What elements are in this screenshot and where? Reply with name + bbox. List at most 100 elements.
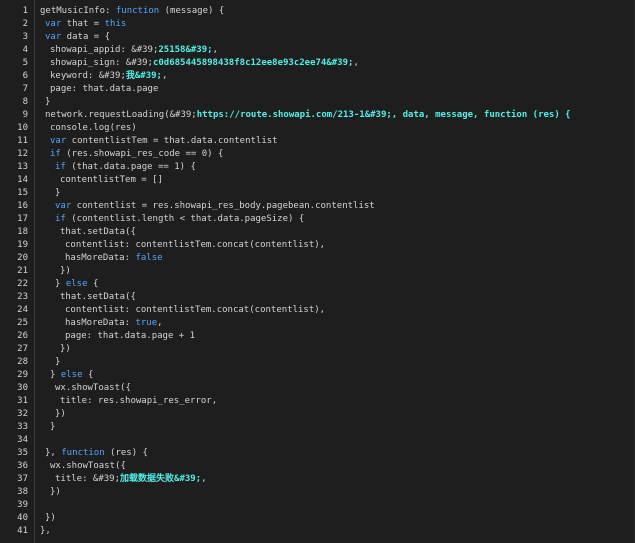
line-number: 10 bbox=[17, 123, 28, 133]
keyword-token: var bbox=[55, 201, 72, 211]
code-token: title: &#39; bbox=[55, 474, 121, 484]
code-line[interactable]: 39 bbox=[0, 499, 634, 512]
keyword-token: var bbox=[45, 19, 62, 29]
code-line[interactable]: 29} else { bbox=[0, 369, 634, 382]
code-line[interactable]: 36 wx.showToast({ bbox=[0, 460, 634, 473]
code-line[interactable]: 23 that.setData({ bbox=[0, 291, 634, 304]
line-number: 24 bbox=[17, 305, 28, 315]
code-token: } bbox=[45, 97, 51, 107]
line-number: 5 bbox=[22, 58, 28, 68]
line-text: contentlistTem = [] bbox=[60, 174, 163, 187]
code-line[interactable]: 37 title: &#39;加载数据失败&#39;, bbox=[0, 473, 634, 486]
code-line[interactable]: 13 if (that.data.page == 1) { bbox=[0, 161, 634, 174]
code-line[interactable]: 19 contentlist: contentlistTem.concat(con… bbox=[0, 239, 634, 252]
line-text: var that = this bbox=[45, 18, 126, 31]
code-line[interactable]: 28} bbox=[0, 356, 634, 369]
code-token: that.setData({ bbox=[60, 292, 136, 302]
code-token: (message) { bbox=[159, 6, 225, 16]
code-line[interactable]: 22} else { bbox=[0, 278, 634, 291]
line-number: 13 bbox=[17, 162, 28, 172]
code-line[interactable]: 9 network.requestLoading(&#39;https://rou… bbox=[0, 109, 634, 122]
line-number: 19 bbox=[17, 240, 28, 250]
code-token: contentlist: contentlistTem.concat(conte… bbox=[65, 240, 326, 250]
code-line[interactable]: 2 var that = this bbox=[0, 18, 634, 31]
code-line[interactable]: 10 console.log(res) bbox=[0, 122, 634, 135]
line-text: var contentlist = res.showapi_res_body.p… bbox=[55, 200, 375, 213]
code-token: keyword: &#39; bbox=[50, 71, 126, 81]
code-line[interactable]: 30 wx.showToast({ bbox=[0, 382, 634, 395]
code-line[interactable]: 14 contentlistTem = [] bbox=[0, 174, 634, 187]
code-line[interactable]: 35}, function (res) { bbox=[0, 447, 634, 460]
line-number: 33 bbox=[17, 422, 28, 432]
code-token: { bbox=[82, 370, 94, 380]
line-text: }) bbox=[55, 408, 66, 421]
line-text: hasMoreData: true, bbox=[65, 317, 163, 330]
code-line[interactable]: 1 getMusicInfo: function (message) { bbox=[0, 5, 634, 18]
code-token: , bbox=[353, 58, 359, 68]
code-line[interactable]: 27}) bbox=[0, 343, 634, 356]
code-line[interactable]: 34 bbox=[0, 434, 634, 447]
line-number: 12 bbox=[17, 149, 28, 159]
line-text: console.log(res) bbox=[50, 122, 137, 135]
line-text: wx.showToast({ bbox=[55, 382, 131, 395]
keyword-token: false bbox=[135, 253, 163, 263]
code-line[interactable]: 21}) bbox=[0, 265, 634, 278]
code-token: }) bbox=[60, 266, 71, 276]
code-editor[interactable]: 1 getMusicInfo: function (message) {2 var … bbox=[0, 0, 635, 543]
code-token: contentlist: contentlistTem.concat(conte… bbox=[65, 305, 326, 315]
code-area[interactable]: 1 getMusicInfo: function (message) {2 var … bbox=[0, 5, 634, 538]
code-token: } bbox=[55, 357, 61, 367]
keyword-token: function bbox=[61, 448, 105, 458]
line-number: 16 bbox=[17, 201, 28, 211]
code-line[interactable]: 18 that.setData({ bbox=[0, 226, 634, 239]
line-number: 22 bbox=[17, 279, 28, 289]
line-number: 35 bbox=[17, 448, 28, 458]
code-token: contentlist = res.showapi_res_body.pageb… bbox=[71, 201, 375, 211]
code-line[interactable]: 24 contentlist: contentlistTem.concat(con… bbox=[0, 304, 634, 317]
line-text: that.setData({ bbox=[60, 226, 136, 239]
code-line[interactable]: 20 hasMoreData: false bbox=[0, 252, 634, 265]
code-line[interactable]: 8} bbox=[0, 96, 634, 109]
code-token: title: res.showapi_res_error, bbox=[60, 396, 218, 406]
keyword-token: true bbox=[135, 318, 158, 328]
code-line[interactable]: 40}) bbox=[0, 512, 634, 525]
code-line[interactable]: 12 if (res.showapi_res_code == 0) { bbox=[0, 148, 634, 161]
line-number: 30 bbox=[17, 383, 28, 393]
line-number: 41 bbox=[17, 526, 28, 536]
line-text: var contentlistTem = that.data.contentli… bbox=[50, 135, 278, 148]
code-line[interactable]: 7 page: that.data.page bbox=[0, 83, 634, 96]
code-line[interactable]: 31 title: res.showapi_res_error, bbox=[0, 395, 634, 408]
code-line[interactable]: 11 var contentlistTem = that.data.content… bbox=[0, 135, 634, 148]
code-line[interactable]: 25 hasMoreData: true, bbox=[0, 317, 634, 330]
code-line[interactable]: 33} bbox=[0, 421, 634, 434]
line-number: 25 bbox=[17, 318, 28, 328]
line-number: 20 bbox=[17, 253, 28, 263]
code-line[interactable]: 32}) bbox=[0, 408, 634, 421]
code-line[interactable]: 16 var contentlist = res.showapi_res_body… bbox=[0, 200, 634, 213]
line-number: 27 bbox=[17, 344, 28, 354]
line-text: if (res.showapi_res_code == 0) { bbox=[50, 148, 223, 161]
code-line[interactable]: 5 showapi_sign: &#39;c0d685445898438f8c12… bbox=[0, 57, 634, 70]
line-number: 32 bbox=[17, 409, 28, 419]
line-text: }) bbox=[60, 343, 71, 356]
code-line[interactable]: 38}) bbox=[0, 486, 634, 499]
code-line[interactable]: 4 showapi_appid: &#39;25158&#39;, bbox=[0, 44, 634, 57]
code-token: showapi_sign: &#39; bbox=[50, 58, 153, 68]
code-line[interactable]: 15} bbox=[0, 187, 634, 200]
code-line[interactable]: 26 page: that.data.page + 1 bbox=[0, 330, 634, 343]
line-text: var data = { bbox=[45, 31, 110, 44]
line-number: 28 bbox=[17, 357, 28, 367]
code-token: contentlistTem = [] bbox=[60, 175, 163, 185]
line-number: 7 bbox=[22, 84, 28, 94]
line-text: }) bbox=[50, 486, 61, 499]
code-line[interactable]: 17 if (contentlist.length < that.data.pag… bbox=[0, 213, 634, 226]
code-token: console.log(res) bbox=[50, 123, 137, 133]
code-line[interactable]: 41}, bbox=[0, 525, 634, 538]
line-text: } bbox=[45, 96, 50, 109]
code-line[interactable]: 6 keyword: &#39;我&#39;, bbox=[0, 70, 634, 83]
code-line[interactable]: 3 var data = { bbox=[0, 31, 634, 44]
code-token: }) bbox=[45, 513, 56, 523]
code-token: }) bbox=[60, 344, 71, 354]
string-token: https://route.showapi.com/213-1&#39;, da… bbox=[196, 110, 571, 120]
code-token: showapi_appid: &#39; bbox=[50, 45, 159, 55]
